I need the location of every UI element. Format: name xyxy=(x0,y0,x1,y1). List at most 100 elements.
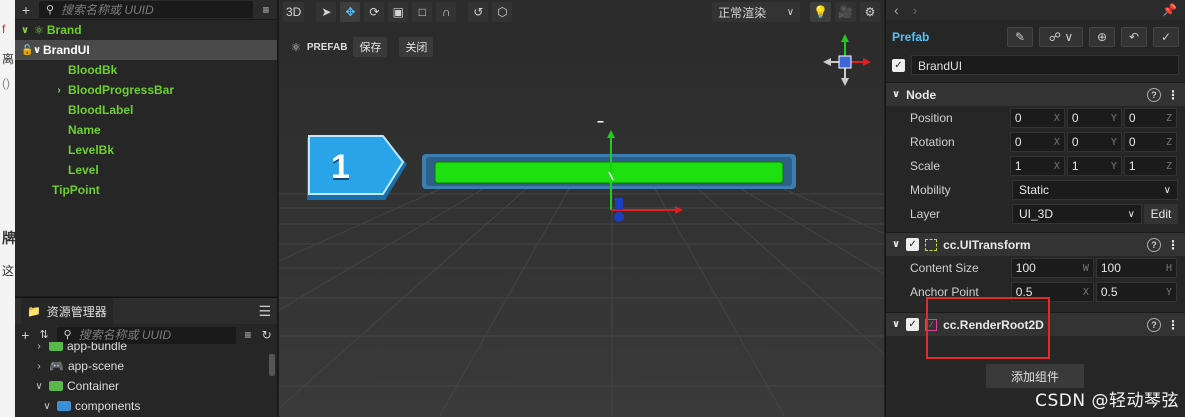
asset-item-components[interactable]: ∨ components xyxy=(15,396,277,414)
tree-item-levelbk[interactable]: LevelBk xyxy=(15,140,277,160)
sort-icon[interactable]: ≡ xyxy=(259,3,273,17)
asset-item-container[interactable]: ∨ Container xyxy=(15,376,277,396)
anchor-y-field[interactable]: 0.5 Y xyxy=(1095,282,1177,302)
tree-item-brand[interactable]: ∨ ⚛ Brand xyxy=(15,20,277,40)
back-icon[interactable]: ‹ xyxy=(894,2,899,18)
forward-icon[interactable]: › xyxy=(913,2,918,18)
unlink-prefab-icon[interactable]: ☍ ∨ xyxy=(1039,27,1083,47)
render-mode-select[interactable]: 正常渲染 ∨ xyxy=(712,2,801,22)
position-z-field[interactable]: 0Z xyxy=(1123,108,1177,128)
chevron-down-icon[interactable]: ∨ xyxy=(31,45,43,56)
chevron-down-icon[interactable]: ∨ xyxy=(41,401,53,412)
tree-item-label: BloodBk xyxy=(68,63,118,77)
scale-x-field[interactable]: 1X xyxy=(1009,156,1065,176)
mode-3d-button[interactable]: 3D xyxy=(283,2,305,22)
pin-icon[interactable]: 📌 xyxy=(1162,3,1177,17)
help-icon[interactable]: ? xyxy=(1147,87,1161,102)
gamepad-icon: 🎮 xyxy=(49,359,64,373)
gear-icon[interactable]: ⚙ xyxy=(860,2,880,22)
chevron-down-icon[interactable]: ∨ xyxy=(33,381,45,392)
tree-item-label: BrandUI xyxy=(43,43,90,57)
more-icon[interactable]: ⋮ xyxy=(1167,88,1179,102)
content-width-field[interactable]: 100 W xyxy=(1010,258,1094,278)
node-section-title: Node xyxy=(906,87,937,102)
tree-item-bloodbk[interactable]: BloodBk xyxy=(15,60,277,80)
scale-tool-icon[interactable]: ▣ xyxy=(388,2,409,22)
add-icon[interactable]: + xyxy=(19,328,32,342)
position-y-field[interactable]: 0Y xyxy=(1066,108,1122,128)
sort-icon[interactable]: ⇅ xyxy=(38,328,51,342)
sort-icon[interactable]: ≡ xyxy=(242,328,255,342)
tree-item-name[interactable]: Name xyxy=(15,120,277,140)
hierarchy-search[interactable]: ⚲ xyxy=(39,1,253,18)
scrollbar[interactable] xyxy=(269,354,275,376)
asset-item-app-bundle[interactable]: › app-bundle xyxy=(15,342,277,356)
layer-edit-button[interactable]: Edit xyxy=(1144,204,1178,224)
local-space-icon[interactable]: ↺ xyxy=(468,2,489,22)
component-enabled-checkbox[interactable]: ✓ xyxy=(906,318,920,331)
tree-item-level[interactable]: Level xyxy=(15,160,277,180)
node-active-checkbox[interactable]: ✓ xyxy=(892,58,905,72)
add-component-button[interactable]: 添加组件 xyxy=(986,364,1084,388)
hierarchy-search-input[interactable] xyxy=(61,2,253,17)
refresh-icon[interactable]: ↻ xyxy=(260,328,273,342)
chevron-down-icon[interactable]: ∨ xyxy=(892,89,900,100)
tree-item-bloodprogressbar[interactable]: › BloodProgressBar xyxy=(15,80,277,100)
assets-search[interactable]: ⚲ xyxy=(56,326,236,344)
close-button[interactable]: 关闭 xyxy=(399,37,434,57)
content-height-field[interactable]: 100 H xyxy=(1095,258,1177,278)
tree-item-brandui[interactable]: 🔓 ∨ BrandUI xyxy=(15,40,277,60)
assets-search-input[interactable] xyxy=(78,328,236,342)
more-icon[interactable]: ⋮ xyxy=(1167,238,1179,252)
tree-item-tippoint[interactable]: TipPoint xyxy=(15,180,277,200)
chevron-down-icon[interactable]: ∨ xyxy=(892,239,900,250)
snap-tool-icon[interactable]: ∩ xyxy=(436,2,457,22)
camera-icon[interactable]: 🎥 xyxy=(835,2,856,22)
mobility-select[interactable]: Static ∨ xyxy=(1012,180,1178,200)
menu-icon[interactable]: ☰ xyxy=(258,303,271,320)
scene-grid xyxy=(279,24,884,417)
more-icon[interactable]: ⋮ xyxy=(1167,318,1179,332)
tree-item-bloodlabel[interactable]: BloodLabel xyxy=(15,100,277,120)
save-button[interactable]: 保存 xyxy=(353,37,388,57)
revert-icon[interactable]: ↶ xyxy=(1121,27,1147,47)
chevron-down-icon[interactable]: ∨ xyxy=(892,319,900,330)
axis-y-label: Y xyxy=(1110,136,1117,148)
edit-prefab-icon[interactable]: ✎ xyxy=(1007,27,1033,47)
move-tool-icon[interactable]: ✥ xyxy=(340,2,361,22)
position-y-value: 0 xyxy=(1071,111,1079,125)
rect-tool-icon[interactable]: □ xyxy=(412,2,433,22)
axis-z-label: Z xyxy=(1165,136,1172,148)
folder-icon: 📁 xyxy=(27,305,41,318)
node-section-header[interactable]: ∨ Node ? ⋮ xyxy=(886,82,1185,106)
asset-item-label: app-scene xyxy=(67,359,124,373)
rotate-tool-icon[interactable]: ⟳ xyxy=(364,2,385,22)
pivot-icon[interactable]: ⬡ xyxy=(492,2,513,22)
tree-item-label: LevelBk xyxy=(68,143,115,157)
locate-icon[interactable]: ⊕ xyxy=(1089,27,1115,47)
chevron-right-icon[interactable]: › xyxy=(33,342,45,352)
lock-icon[interactable]: 🔓 xyxy=(21,45,33,56)
help-icon[interactable]: ? xyxy=(1147,317,1161,332)
rotation-x-field[interactable]: 0X xyxy=(1009,132,1065,152)
node-name-field[interactable]: BrandUI xyxy=(911,55,1179,75)
rotation-y-field[interactable]: 0Y xyxy=(1066,132,1122,152)
position-x-field[interactable]: 0X xyxy=(1009,108,1065,128)
scale-z-field[interactable]: 1Z xyxy=(1123,156,1177,176)
uitransform-section-header[interactable]: ∨ ✓ cc.UITransform ? ⋮ xyxy=(886,232,1185,256)
help-icon[interactable]: ? xyxy=(1147,237,1161,252)
asset-item-app-scene[interactable]: › 🎮 app-scene xyxy=(15,356,277,376)
chevron-down-icon[interactable]: ∨ xyxy=(19,25,31,36)
scene-view[interactable]: 3D ➤ ✥ ⟳ ▣ □ ∩ ↺ ⬡ 正常渲染 ∨ 💡 🎥 ⚙ 1 -- ⚛ P… xyxy=(279,0,884,417)
assets-tab[interactable]: 📁 资源管理器 xyxy=(21,298,113,324)
apply-icon[interactable]: ✓ xyxy=(1153,27,1179,47)
rotation-z-field[interactable]: 0Z xyxy=(1123,132,1177,152)
light-icon[interactable]: 💡 xyxy=(810,2,832,22)
select-tool-icon[interactable]: ➤ xyxy=(316,2,337,22)
chevron-right-icon[interactable]: › xyxy=(33,361,45,372)
add-icon[interactable]: + xyxy=(19,3,33,17)
chevron-right-icon[interactable]: › xyxy=(53,85,65,96)
component-enabled-checkbox[interactable]: ✓ xyxy=(906,238,920,251)
layer-select[interactable]: UI_3D ∨ xyxy=(1012,204,1142,224)
scale-y-field[interactable]: 1Y xyxy=(1066,156,1122,176)
